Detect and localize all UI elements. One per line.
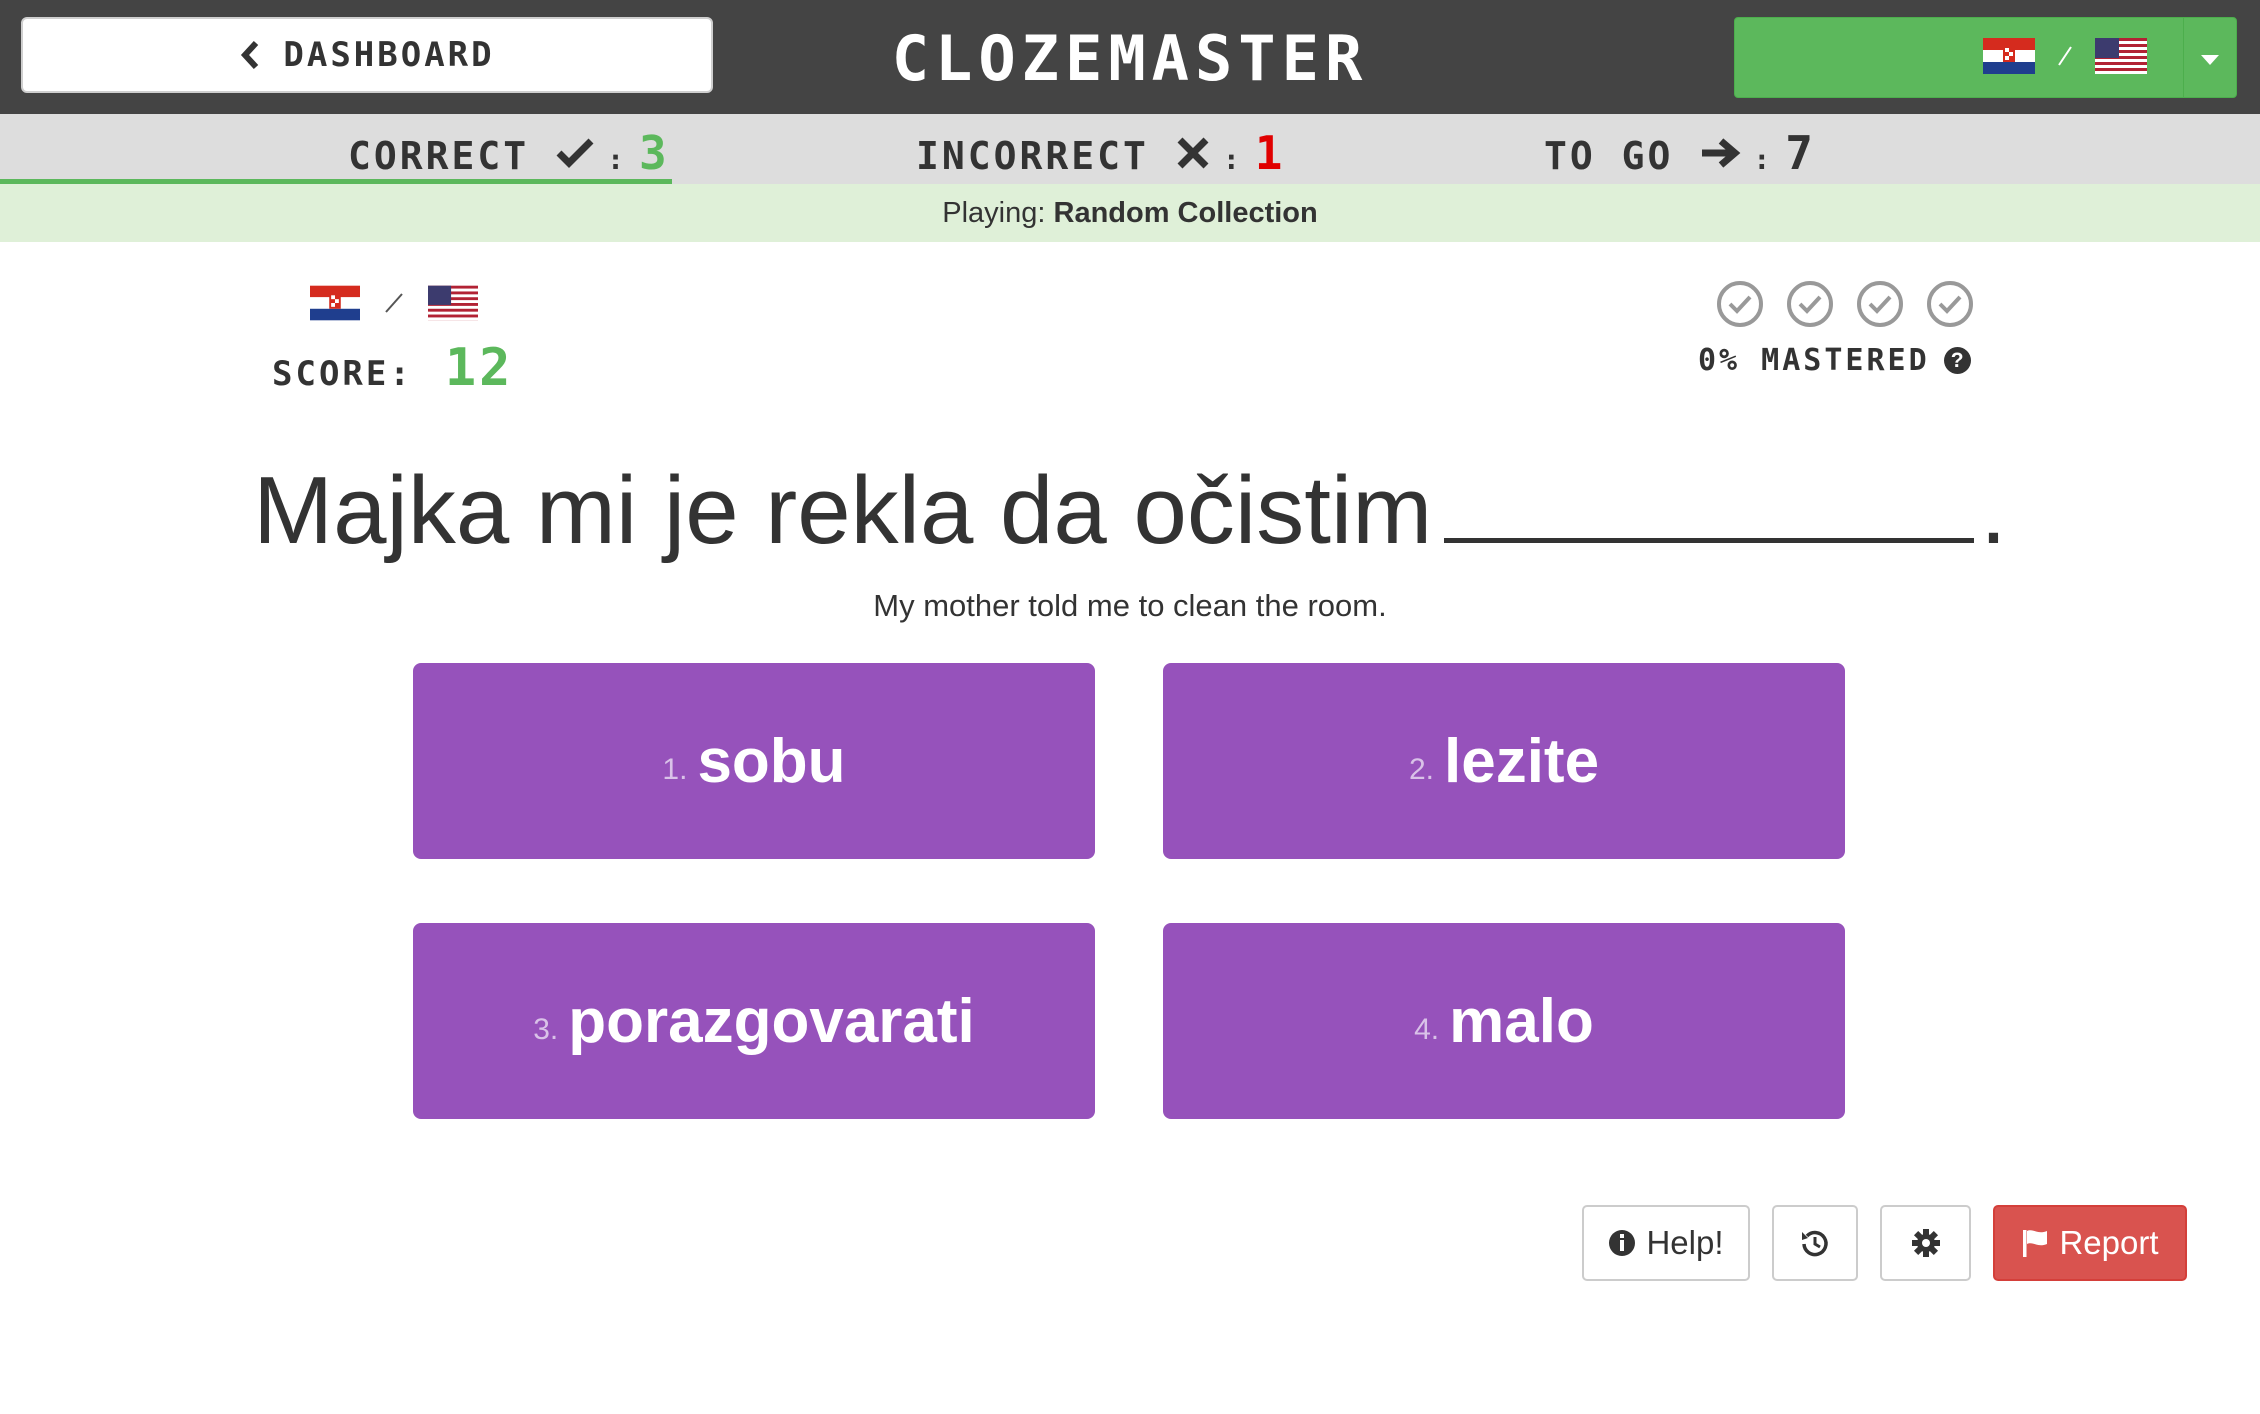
croatia-flag-icon	[310, 285, 360, 321]
mastered-label: 0% MASTERED	[1698, 343, 1930, 378]
mastery-check-icon	[1787, 281, 1833, 327]
language-pair-dropdown[interactable]	[1734, 17, 2237, 98]
to-go-count: 7	[1785, 126, 1816, 180]
info-circle-icon	[1609, 1230, 1636, 1256]
us-flag-icon	[428, 285, 478, 321]
choice-number: 1.	[662, 753, 688, 786]
choice-word: sobu	[697, 726, 846, 796]
sentence-translation: My mother told me to clean the room.	[873, 588, 1387, 623]
incorrect-label: INCORRECT	[916, 134, 1149, 178]
help-button[interactable]: Help!	[1582, 1205, 1750, 1281]
answer-choice-2[interactable]: 2. lezite	[1163, 663, 1845, 859]
score-value: 12	[444, 338, 514, 398]
choice-number: 2.	[1408, 753, 1434, 786]
language-pair-indicator	[310, 285, 478, 321]
slash-separator-icon	[385, 293, 403, 313]
cloze-sentence: Majka mi je rekla da očistim.	[0, 448, 2260, 566]
arrow-right-icon	[1702, 138, 1741, 168]
choice-number: 3.	[533, 1013, 559, 1046]
mastery-check-icon	[1717, 281, 1763, 327]
settings-button[interactable]	[1880, 1205, 1971, 1281]
croatia-flag-icon	[1983, 38, 2035, 74]
correct-count: 3	[639, 126, 670, 180]
dashboard-back-button[interactable]: DASHBOARD	[21, 17, 713, 93]
score-display: SCORE: 12	[272, 338, 513, 398]
choice-word: porazgovarati	[568, 986, 975, 1056]
chevron-left-icon	[241, 40, 259, 70]
playing-collection-banner: Playing: Random Collection	[0, 184, 2260, 242]
choice-number: 4.	[1414, 1013, 1440, 1046]
correct-label: CORRECT	[348, 134, 530, 178]
collection-name: Random Collection	[1053, 197, 1318, 229]
score-label: SCORE:	[272, 354, 413, 394]
help-label: Help!	[1646, 1224, 1724, 1261]
answer-choice-1[interactable]: 1. sobu	[413, 663, 1095, 859]
incorrect-stat: INCORRECT : 1	[916, 126, 1286, 180]
gear-icon	[1911, 1229, 1940, 1257]
answer-choice-4[interactable]: 4. malo	[1163, 923, 1845, 1119]
slash-separator-icon	[2058, 46, 2072, 66]
choice-word: malo	[1449, 986, 1594, 1056]
history-button[interactable]	[1772, 1205, 1858, 1281]
answer-choice-3[interactable]: 3. porazgovarati	[413, 923, 1095, 1119]
playing-prefix: Playing:	[942, 197, 1046, 229]
mastery-check-icon	[1857, 281, 1903, 327]
history-icon	[1802, 1230, 1828, 1257]
sentence-text: Majka mi je rekla da očistim	[253, 457, 1433, 564]
mastered-percentage: 0% MASTERED ?	[1698, 343, 1971, 378]
dropdown-divider	[2183, 18, 2184, 97]
incorrect-count: 1	[1254, 126, 1286, 180]
dashboard-back-label: DASHBOARD	[283, 35, 495, 75]
flag-icon	[2023, 1230, 2048, 1257]
sentence-end: .	[1980, 457, 2007, 564]
checkmark-icon	[556, 138, 594, 168]
us-flag-icon	[2095, 38, 2147, 74]
caret-down-icon[interactable]	[2201, 55, 2219, 65]
round-stats-bar: CORRECT : 3 INCORRECT : 1 TO GO : 7	[0, 114, 2260, 184]
correct-stat: CORRECT : 3	[348, 126, 670, 180]
answer-blank	[1444, 448, 1975, 543]
top-navbar: DASHBOARD CLOZEMASTER	[0, 0, 2260, 114]
to-go-stat: TO GO : 7	[1544, 126, 1816, 180]
app-logo-title: CLOZEMASTER	[891, 22, 1369, 95]
mastery-progress-icons	[1716, 280, 1974, 328]
x-mark-icon	[1177, 137, 1209, 169]
to-go-label: TO GO	[1544, 134, 1674, 178]
choice-word: lezite	[1443, 726, 1600, 796]
question-circle-icon[interactable]: ?	[1943, 347, 1971, 374]
mastery-check-icon	[1927, 281, 1973, 327]
report-button[interactable]: Report	[1993, 1205, 2187, 1281]
report-label: Report	[2059, 1224, 2159, 1261]
